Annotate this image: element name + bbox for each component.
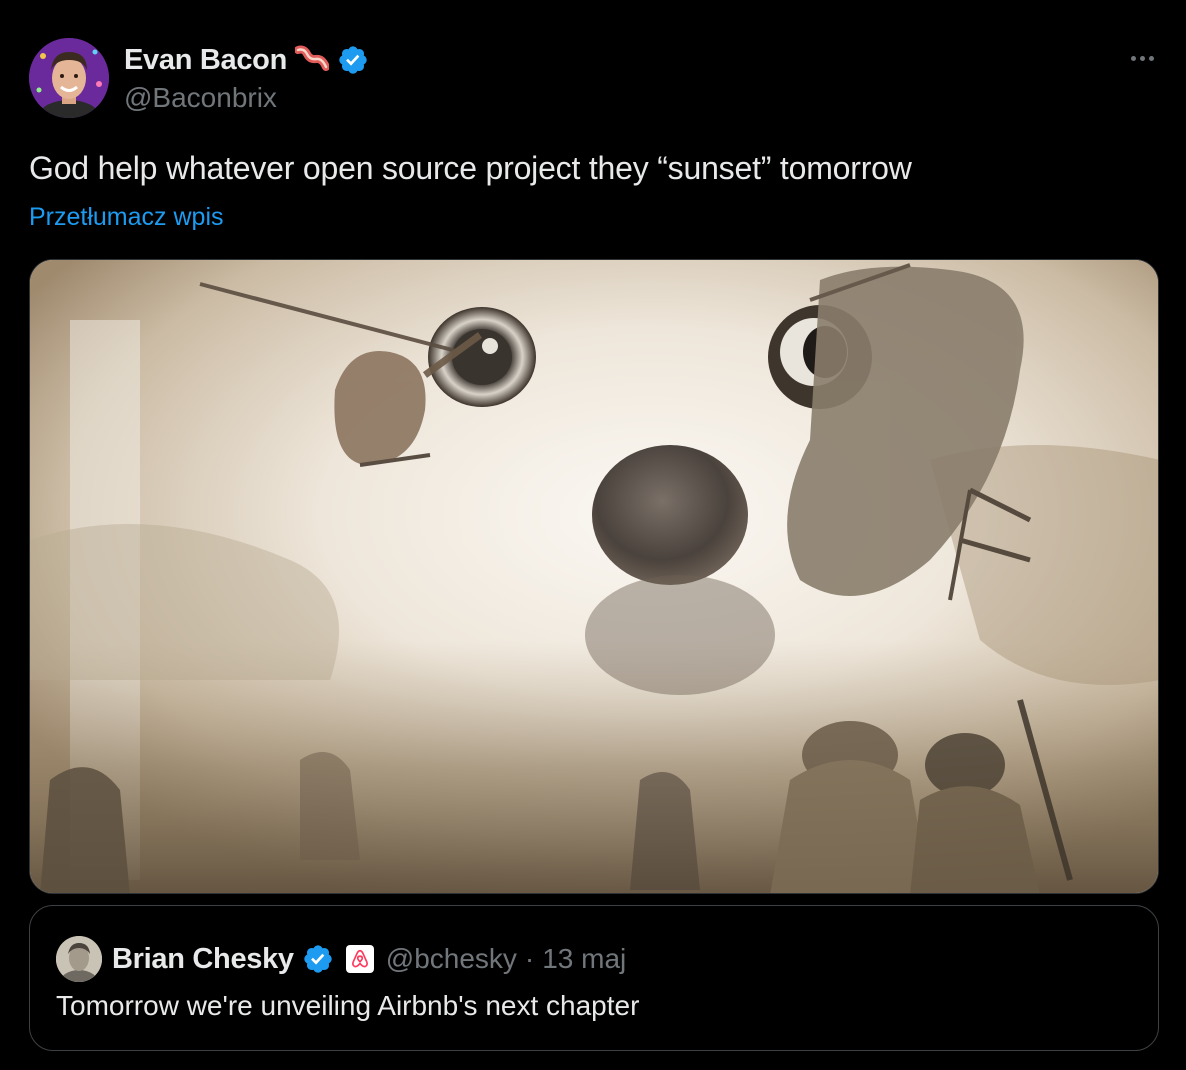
verified-badge-icon[interactable] [337,44,369,76]
quoted-tweet-text: Tomorrow we're unveiling Airbnb's next c… [56,990,640,1021]
quoted-display-name[interactable]: Brian Chesky [112,943,294,976]
tweet-media-image[interactable] [29,259,1159,894]
tweet-text: God help whatever open source project th… [29,150,912,186]
verified-badge-icon[interactable] [302,943,334,975]
author-display-name[interactable]: Evan Bacon [124,44,287,77]
quoted-handle[interactable]: @bchesky [386,943,517,975]
more-dot [1148,55,1154,61]
airbnb-logo-icon[interactable] [345,945,374,973]
avatar-photo-icon [29,38,109,118]
more-dot [1130,55,1136,61]
more-dot [1139,55,1145,61]
more-options-icon[interactable] [1124,46,1160,70]
quoted-date[interactable]: 13 maj [542,943,626,975]
author-handle[interactable]: @Baconbrix [124,82,277,114]
author-name-row: Evan Bacon [124,40,369,80]
translate-post-link[interactable]: Przetłumacz wpis [29,203,224,232]
header-separator: · [524,943,535,974]
bacon-icon [295,45,329,71]
quoted-tweet-card[interactable]: Brian Chesky @bchesky · 13 maj Tomorrow … [29,905,1159,1051]
airbnb-logo-glyph [351,949,368,968]
author-avatar[interactable] [29,38,109,118]
quoted-avatar-photo-icon [56,936,102,982]
tweet-card: Evan Bacon @Baconbrix God help whatever … [0,0,1186,1070]
quoted-author-avatar[interactable] [56,936,102,982]
quoted-tweet-header: Brian Chesky @bchesky · 13 maj [112,934,626,984]
meme-dog-helicopters-image [30,260,1158,893]
